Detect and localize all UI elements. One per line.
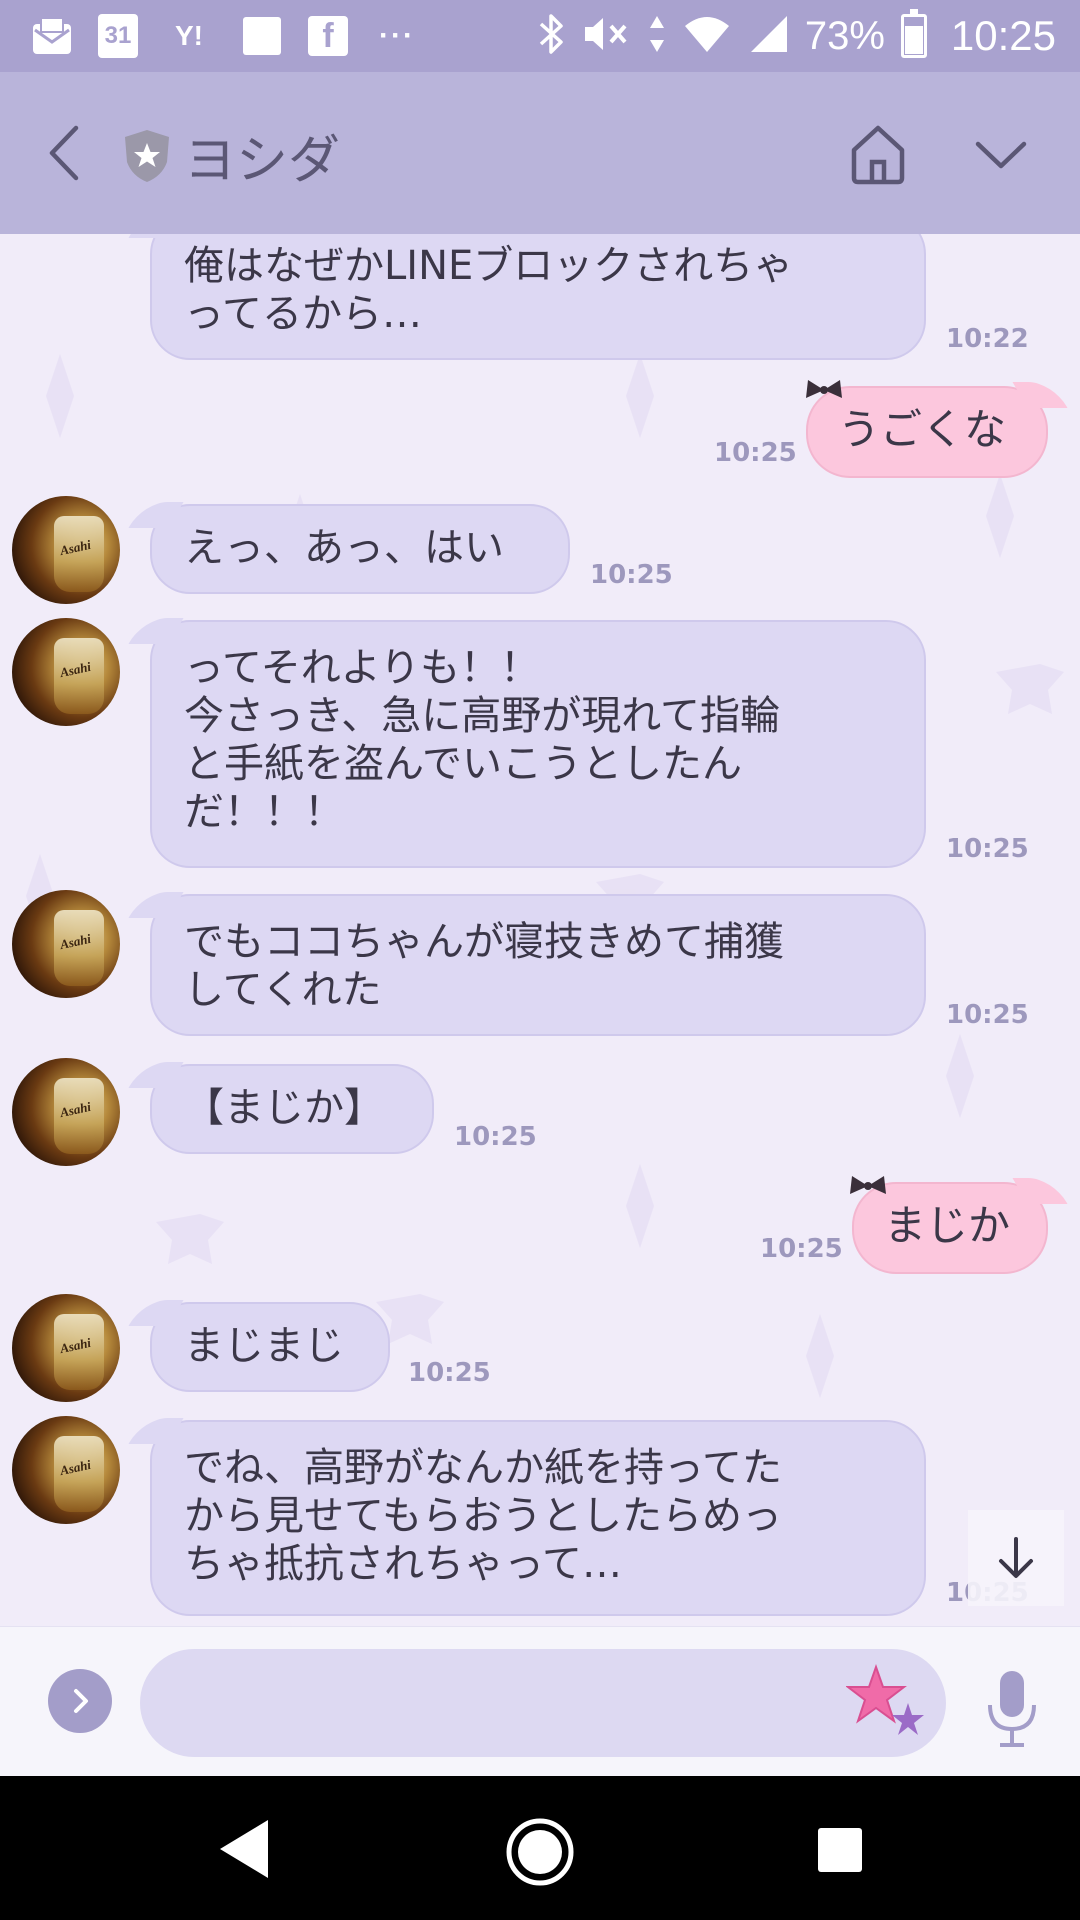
arrow-down-icon xyxy=(999,1537,1033,1578)
chevron-left-icon xyxy=(49,125,79,181)
avatar[interactable]: Asahi xyxy=(12,1294,120,1402)
message-input[interactable] xyxy=(140,1649,946,1757)
sticker-button[interactable] xyxy=(845,1663,930,1747)
avatar[interactable]: Asahi xyxy=(12,1058,120,1166)
message-bubble-incoming[interactable]: えっ、あっ、はい xyxy=(150,504,570,594)
message-bubble-incoming[interactable]: まじまじ xyxy=(150,1302,390,1392)
nav-home-button[interactable] xyxy=(504,1816,576,1888)
chat-history[interactable]: 俺はなぜかLINEブロックされちゃ ってるから… 10:22 10:25 うごく… xyxy=(0,234,1080,1626)
message-input-bar xyxy=(0,1626,1080,1776)
chat-title[interactable]: ヨシダ xyxy=(184,118,340,193)
chevron-down-icon xyxy=(975,141,1027,169)
more-notifications-icon: ··· xyxy=(372,14,422,58)
message-timestamp: 10:25 xyxy=(714,438,797,468)
menu-dropdown-button[interactable] xyxy=(970,130,1032,180)
facebook-label: f xyxy=(322,16,334,55)
avatar[interactable]: Asahi xyxy=(12,496,120,604)
system-navigation-bar xyxy=(0,1776,1080,1920)
yahoo-icon: Y! xyxy=(162,14,216,58)
home-icon xyxy=(851,125,905,185)
message-bubble-incoming[interactable]: でもココちゃんが寝技きめて捕獲 してくれた xyxy=(150,894,926,1036)
status-bar: 31 Y! f ··· 73% 10:25 xyxy=(0,0,1080,72)
message-timestamp: 10:25 xyxy=(590,560,673,590)
nav-back-button[interactable] xyxy=(214,1816,274,1882)
message-timestamp: 10:25 xyxy=(946,1000,1029,1030)
mail-icon xyxy=(30,14,74,58)
battery-icon xyxy=(900,9,927,58)
system-icons: 73% 10:25 xyxy=(537,9,1056,60)
scroll-to-bottom-button[interactable] xyxy=(968,1510,1064,1606)
expand-menu-button[interactable] xyxy=(48,1669,112,1733)
message-timestamp: 10:25 xyxy=(760,1234,843,1264)
message-bubble-incoming[interactable]: ってそれよりも！！ 今さっき、急に高野が現れて指輪 と手紙を盗んでいこうとしたん… xyxy=(150,620,926,868)
mute-icon xyxy=(581,12,631,60)
more-dots: ··· xyxy=(379,19,415,52)
back-button[interactable] xyxy=(36,114,96,192)
avatar[interactable]: Asahi xyxy=(12,890,120,998)
avatar[interactable]: Asahi xyxy=(12,1416,120,1524)
message-timestamp: 10:22 xyxy=(946,324,1029,354)
message-bubble-incoming[interactable]: 【まじか】 xyxy=(150,1064,434,1154)
nav-recents-button[interactable] xyxy=(818,1828,862,1872)
ribbon-icon xyxy=(806,380,842,398)
chevron-right-icon xyxy=(74,1689,88,1713)
data-arrows-icon xyxy=(647,12,667,60)
microphone-button[interactable] xyxy=(982,1667,1042,1751)
wifi-icon xyxy=(683,12,731,60)
calendar-day: 31 xyxy=(104,22,132,49)
signal-icon xyxy=(747,12,789,60)
message-timestamp: 10:25 xyxy=(454,1122,537,1152)
battery-fill xyxy=(904,26,923,54)
circle-home-icon xyxy=(506,1818,574,1886)
message-bubble-incoming[interactable]: 俺はなぜかLINEブロックされちゃ ってるから… xyxy=(150,234,926,360)
message-bubble-incoming[interactable]: でね、高野がなんか紙を持ってた から見せてもらおうとしたらめっ ちゃ抵抗されちゃ… xyxy=(150,1420,926,1616)
yahoo-label: Y! xyxy=(175,20,203,51)
ribbon-icon xyxy=(850,1176,886,1194)
notification-icons: 31 Y! f ··· xyxy=(30,12,422,60)
chat-header: ヨシダ xyxy=(0,72,1080,234)
message-timestamp: 10:25 xyxy=(408,1358,491,1388)
shield-star-icon xyxy=(122,128,172,184)
bluetooth-icon xyxy=(537,12,565,60)
app-notification-icon xyxy=(240,14,284,58)
clock: 10:25 xyxy=(950,12,1056,59)
facebook-icon: f xyxy=(308,16,348,56)
home-button[interactable] xyxy=(846,118,910,188)
star-sticker-icon xyxy=(845,1663,924,1735)
microphone-icon xyxy=(988,1671,1036,1747)
avatar[interactable]: Asahi xyxy=(12,618,120,726)
message-timestamp: 10:25 xyxy=(946,834,1029,864)
battery-percent: 73% xyxy=(804,13,885,58)
calendar-icon: 31 xyxy=(98,14,138,58)
triangle-back-icon xyxy=(220,1820,268,1878)
